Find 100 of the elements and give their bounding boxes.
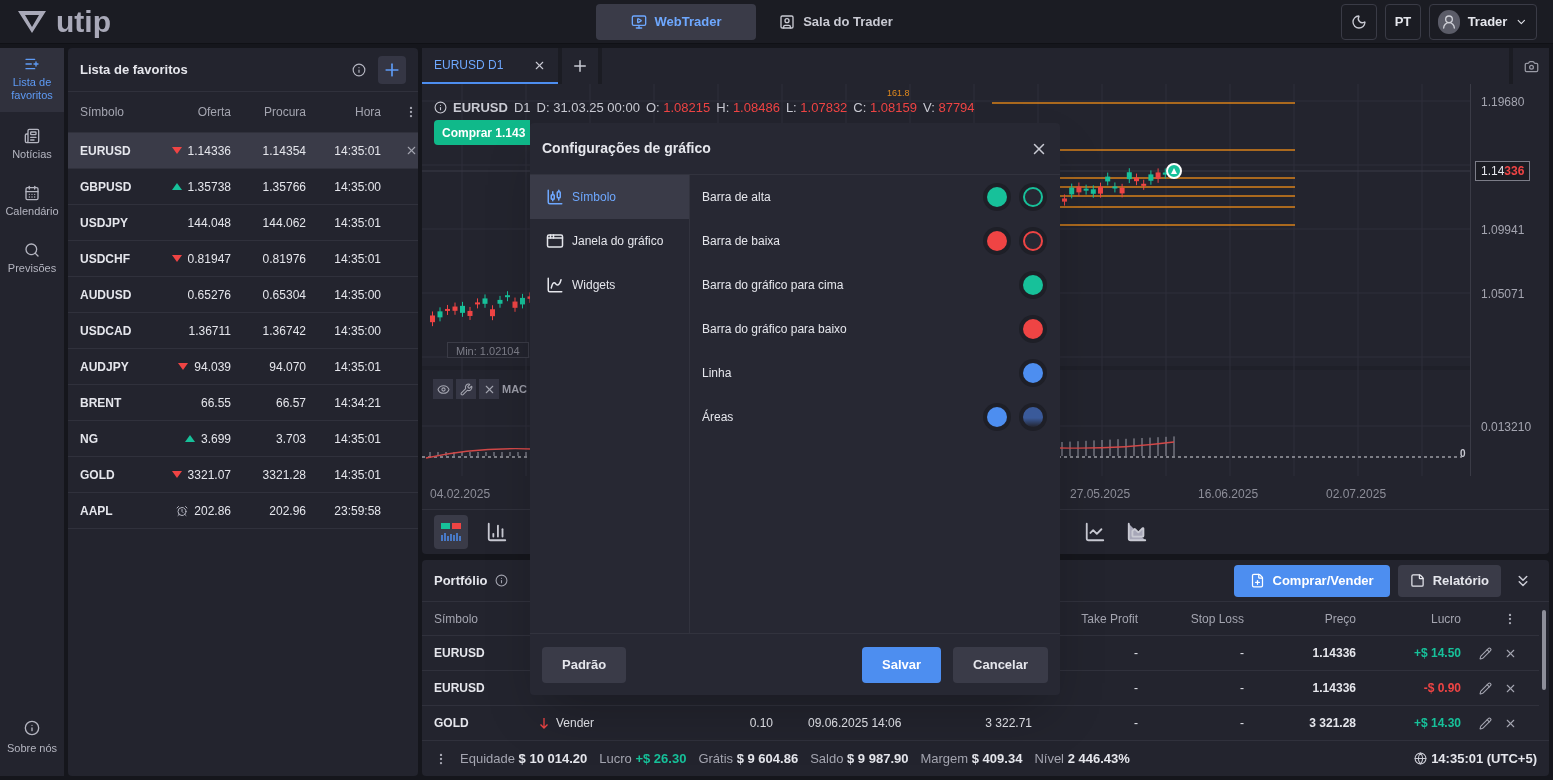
bid-cell-text: 94.039 <box>194 358 231 376</box>
column-header: Stop Loss <box>1189 610 1244 628</box>
add-tab-button[interactable] <box>562 48 598 84</box>
color-swatch[interactable] <box>1023 407 1043 427</box>
symbol-cell-text: NG <box>80 430 99 448</box>
list-plus-icon <box>24 56 40 72</box>
bid-cell-text: 202.86 <box>194 502 231 520</box>
nav-item[interactable]: Lista de favoritos <box>0 48 64 112</box>
time-cell-text: 14:35:00 <box>333 286 381 304</box>
top-tab[interactable]: WebTrader <box>596 3 756 40</box>
profit-cell-text: +$ 14.50 <box>1412 645 1461 662</box>
color-swatch[interactable] <box>987 231 1007 251</box>
setting-label: Barra do gráfico para cima <box>702 277 845 294</box>
language-button[interactable]: PT <box>1385 3 1421 40</box>
nav-item[interactable]: Calendário <box>0 177 64 226</box>
profit-cell-text: -$ 0.90 <box>1422 680 1461 697</box>
watchlist-row[interactable]: NG 3.699 3.703 14:35:01 <box>68 420 418 456</box>
window-icon <box>546 232 564 250</box>
watchlist-row[interactable]: GOLD 3321.07 3321.28 14:35:01 <box>68 456 418 492</box>
file-plus-icon <box>1249 573 1265 588</box>
about-nav-item[interactable]: Sobre nós <box>0 711 64 764</box>
close-button[interactable] <box>479 379 499 399</box>
candle <box>490 304 495 321</box>
nav-item[interactable]: Notícias <box>0 120 64 169</box>
watchlist-row[interactable]: EURUSD 1.14336 1.14354 14:35:01 <box>68 132 418 168</box>
camera-icon <box>1523 58 1539 74</box>
watchlist-row[interactable]: BRENT 66.55 66.57 14:34:21 <box>68 384 418 420</box>
plus-icon <box>571 57 589 75</box>
account-summary-item: Saldo $ 9 987.90 <box>810 749 909 768</box>
settings-tab[interactable]: Janela do gráfico <box>530 219 689 263</box>
screenshot-button[interactable] <box>1513 48 1549 84</box>
column-header: Preço <box>1323 610 1356 628</box>
report-button[interactable]: Relatório <box>1397 564 1501 597</box>
watchlist-row[interactable]: AUDUSD 0.65276 0.65304 14:35:00 <box>68 276 418 312</box>
legend-value: D: 31.03.25 00:00 <box>536 99 640 117</box>
symbol-cell-text: BRENT <box>80 394 123 412</box>
logo-text: utip <box>56 6 111 37</box>
legend-value: O: 1.08215 <box>645 99 711 117</box>
alarm-clock-icon <box>176 504 189 517</box>
candle <box>475 297 480 309</box>
candles-bars-icon[interactable] <box>434 515 468 549</box>
column-header: Take Profit <box>1080 610 1138 628</box>
candle <box>1134 173 1139 186</box>
watchlist-row[interactable]: GBPUSD 1.35738 1.35766 14:35:00 <box>68 168 418 204</box>
color-swatch[interactable] <box>1023 275 1043 295</box>
account-summary-item: Margem $ 409.34 <box>920 749 1023 768</box>
current-price-label: 1.14336 <box>1475 161 1531 181</box>
newspaper-icon <box>24 128 40 144</box>
column-header: Oferta <box>196 104 231 121</box>
position-marker-icon <box>1166 163 1182 179</box>
wrench-icon <box>459 382 473 396</box>
theme-button[interactable] <box>1341 3 1377 40</box>
color-swatch[interactable] <box>1023 319 1043 339</box>
time-cell-text: 14:35:01 <box>333 214 381 232</box>
time-cell-text: 14:35:01 <box>333 250 381 268</box>
setting-label: Barra de alta <box>702 189 772 206</box>
watchlist-row[interactable]: USDCHF 0.81947 0.81976 14:35:01 <box>68 240 418 276</box>
symbol-cell-text: EURUSD <box>434 645 486 662</box>
watchlist-row[interactable]: AUDJPY 94.039 94.070 14:35:01 <box>68 348 418 384</box>
symbol-cell-text: USDJPY <box>80 214 130 232</box>
user-menu-button[interactable]: Trader <box>1429 3 1537 40</box>
watchlist-row[interactable]: USDCAD 1.36711 1.36742 14:35:00 <box>68 312 418 348</box>
eye-button[interactable] <box>433 379 453 399</box>
symbol-cell-text: AUDJPY <box>80 358 130 376</box>
pencil-icon[interactable] <box>1479 716 1492 730</box>
add-button[interactable] <box>378 55 406 84</box>
color-swatch[interactable] <box>987 187 1007 207</box>
reset-button[interactable]: Padrão <box>542 646 627 683</box>
account-summary-item: Grátis $ 9 604.86 <box>698 749 799 768</box>
wrench-button[interactable] <box>456 379 476 399</box>
ask-cell-text: 3.703 <box>274 430 306 448</box>
top-tab[interactable]: Sala do Trader <box>756 3 916 40</box>
account-summary-item: Nível 2 446.43% <box>1034 749 1130 768</box>
min-price-label: Min: 1.02104 <box>447 342 529 358</box>
color-swatch[interactable] <box>1023 363 1043 383</box>
nav-item[interactable]: Previsões <box>0 234 64 283</box>
watchlist-row[interactable]: AAPL 202.86 202.96 23:59:58 <box>68 492 418 528</box>
symbol-cell-text: GBPUSD <box>80 178 133 196</box>
time-cell-text: 23:59:58 <box>333 502 381 520</box>
close-icon[interactable] <box>405 144 418 157</box>
settings-tab[interactable]: Símbolo <box>530 175 689 219</box>
candle <box>1098 182 1103 199</box>
pencil-icon[interactable] <box>1479 646 1492 660</box>
pencil-icon[interactable] <box>1479 681 1492 695</box>
chart-tab[interactable]: EURUSD D1 <box>422 48 558 84</box>
take-profit-cell-text: - <box>1133 715 1138 732</box>
bid-cell-text: 3321.07 <box>187 466 231 484</box>
cancel-button[interactable]: Cancelar <box>953 646 1048 683</box>
side-cell-text: Vender <box>556 715 595 732</box>
candle <box>1062 193 1067 207</box>
bid-cell-text: 66.55 <box>200 394 231 412</box>
watchlist-row[interactable]: USDJPY 144.048 144.062 14:35:01 <box>68 204 418 240</box>
color-swatch[interactable] <box>987 407 1007 427</box>
setting-label: Áreas <box>702 408 735 426</box>
position-row[interactable]: GOLD Vender 0.10 09.06.2025 14:06 3 322.71 - - 3 321.28 +$ 14.30 <box>422 706 1539 740</box>
settings-tab[interactable]: Widgets <box>530 263 689 307</box>
down-triangle-icon <box>171 147 182 154</box>
down-arrow-icon <box>540 717 548 729</box>
candle <box>445 304 450 316</box>
ask-cell-text: 202.96 <box>268 502 306 520</box>
